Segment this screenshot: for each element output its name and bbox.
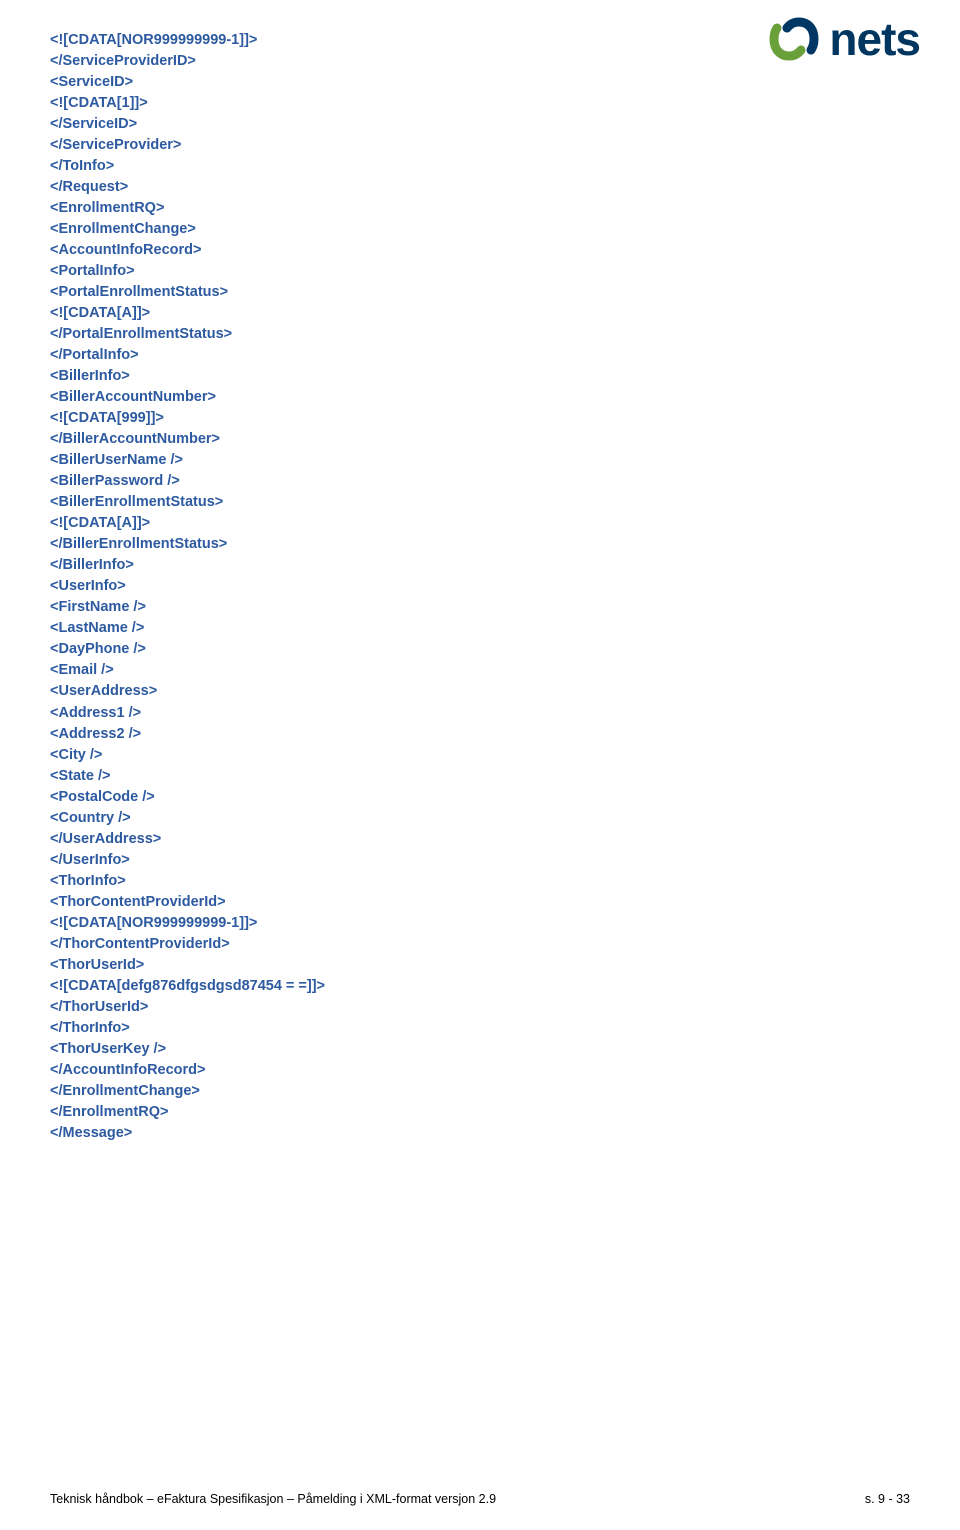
logo: nets [769,12,920,66]
xml-line: </EnrollmentRQ> [50,1102,910,1123]
xml-line: <FirstName /> [50,597,910,618]
xml-line: </PortalEnrollmentStatus> [50,324,910,345]
page-content: <![CDATA[NOR999999999-1]]> </ServiceProvi… [0,0,960,1154]
logo-text: nets [829,12,920,66]
xml-line: <![CDATA[NOR999999999-1]]> [50,913,910,934]
xml-line: <DayPhone /> [50,639,910,660]
xml-code-block: <![CDATA[NOR999999999-1]]> </ServiceProvi… [50,30,910,1144]
xml-line: <Address2 /> [50,724,910,745]
xml-line: </AccountInfoRecord> [50,1060,910,1081]
xml-line: <BillerPassword /> [50,471,910,492]
xml-line: <BillerEnrollmentStatus> [50,492,910,513]
xml-line: </UserInfo> [50,850,910,871]
xml-line: <State /> [50,766,910,787]
xml-line: <ThorUserId> [50,955,910,976]
xml-line: <UserAddress> [50,681,910,702]
xml-line: </BillerEnrollmentStatus> [50,534,910,555]
xml-line: <BillerInfo> [50,366,910,387]
xml-line: <BillerAccountNumber> [50,387,910,408]
xml-line: </BillerInfo> [50,555,910,576]
xml-line: </PortalInfo> [50,345,910,366]
xml-line: </ThorContentProviderId> [50,934,910,955]
xml-line: <![CDATA[A]]> [50,303,910,324]
xml-line: </UserAddress> [50,829,910,850]
xml-line: <![CDATA[999]]> [50,408,910,429]
xml-line: <ThorContentProviderId> [50,892,910,913]
xml-line: </ThorInfo> [50,1018,910,1039]
xml-line: </Message> [50,1123,910,1144]
xml-line: <PostalCode /> [50,787,910,808]
logo-icon [769,14,819,64]
xml-line: <![CDATA[defg876dfgsdgsd87454 = =]]> [50,976,910,997]
xml-line: <PortalInfo> [50,261,910,282]
xml-line: </ServiceProvider> [50,135,910,156]
xml-line: </BillerAccountNumber> [50,429,910,450]
xml-line: </ToInfo> [50,156,910,177]
xml-line: <ServiceID> [50,72,910,93]
xml-line: </ServiceID> [50,114,910,135]
xml-line: <UserInfo> [50,576,910,597]
xml-line: <![CDATA[1]]> [50,93,910,114]
footer-right: s. 9 - 33 [865,1492,910,1506]
xml-line: <Email /> [50,660,910,681]
xml-line: <EnrollmentChange> [50,219,910,240]
xml-line: <![CDATA[A]]> [50,513,910,534]
footer: Teknisk håndbok – eFaktura Spesifikasjon… [50,1492,910,1506]
xml-line: <PortalEnrollmentStatus> [50,282,910,303]
xml-line: <ThorUserKey /> [50,1039,910,1060]
footer-left: Teknisk håndbok – eFaktura Spesifikasjon… [50,1492,496,1506]
xml-line: </ThorUserId> [50,997,910,1018]
xml-line: </EnrollmentChange> [50,1081,910,1102]
xml-line: <LastName /> [50,618,910,639]
xml-line: <AccountInfoRecord> [50,240,910,261]
xml-line: <Address1 /> [50,703,910,724]
xml-line: <BillerUserName /> [50,450,910,471]
xml-line: </Request> [50,177,910,198]
xml-line: <City /> [50,745,910,766]
xml-line: <ThorInfo> [50,871,910,892]
xml-line: <Country /> [50,808,910,829]
xml-line: <EnrollmentRQ> [50,198,910,219]
